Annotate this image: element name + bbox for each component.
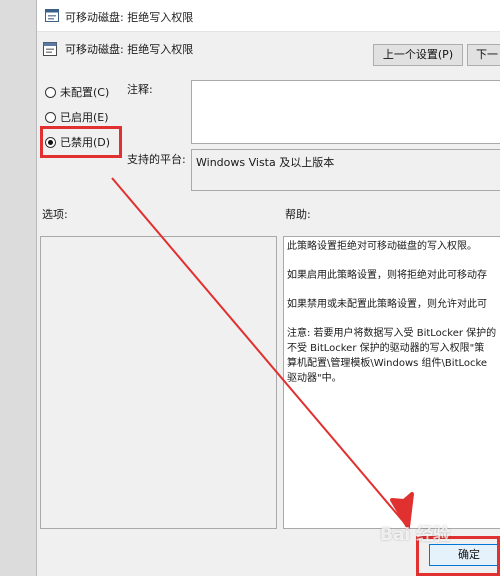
annotation-arrow-line: [111, 177, 409, 528]
annotation-arrow-layer: [111, 177, 414, 529]
watermark-text: Bai 经验: [380, 525, 451, 545]
